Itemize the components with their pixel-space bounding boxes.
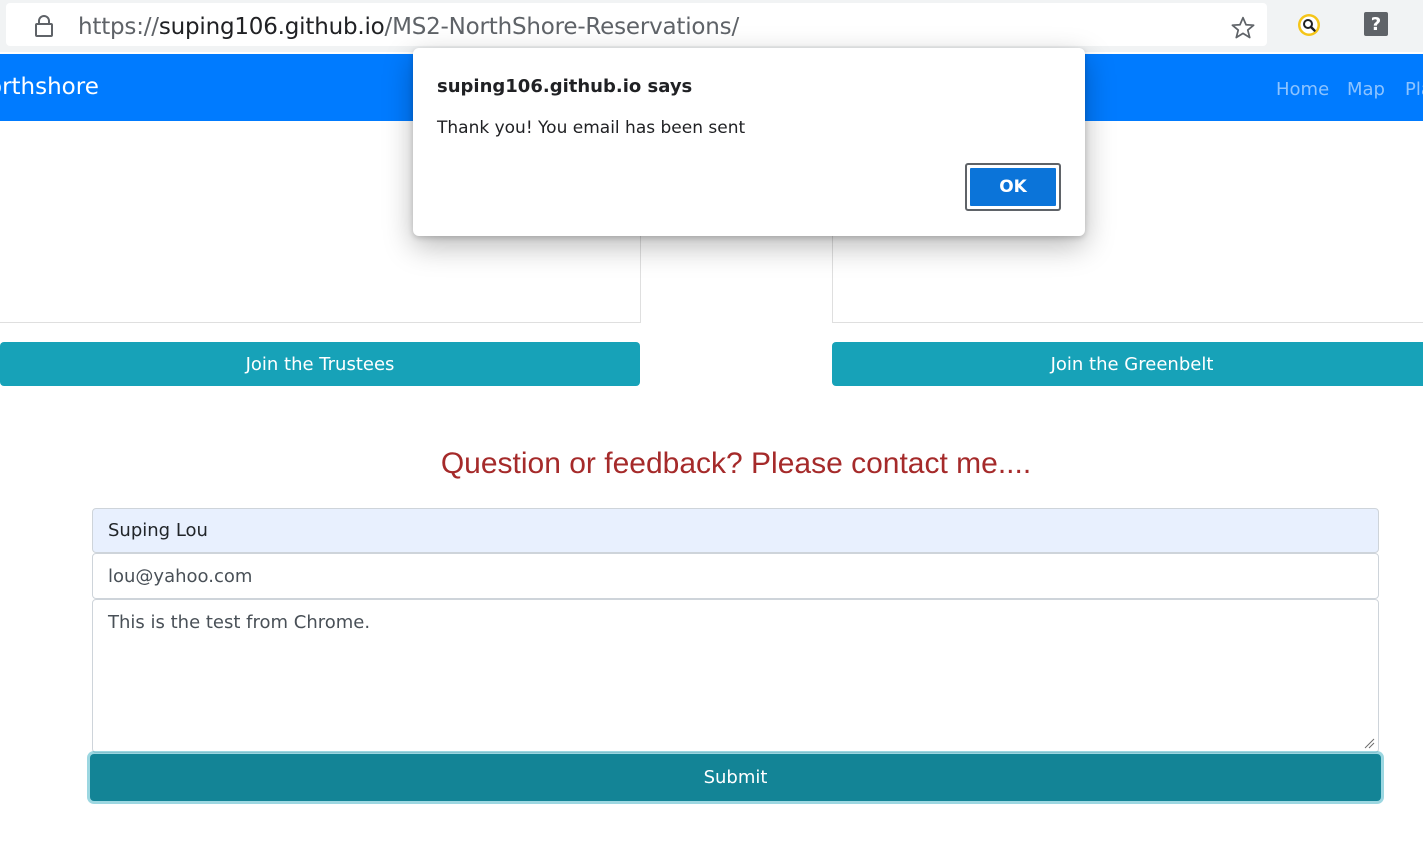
message-text: This is the test from Chrome. (108, 612, 371, 633)
ok-button-label: OK (970, 168, 1056, 206)
navbar-brand[interactable]: orthshore (0, 74, 99, 100)
nav-link-home[interactable]: Home (1276, 79, 1329, 100)
help-extension-icon[interactable]: ? (1364, 12, 1388, 36)
join-trustees-button[interactable]: Join the Trustees (0, 342, 640, 386)
star-icon[interactable] (1230, 15, 1256, 41)
svg-text:?: ? (1371, 14, 1381, 35)
url-path: /MS2-NorthShore-Reservations/ (384, 14, 740, 40)
contact-title: Question or feedback? Please contact me.… (440, 447, 1032, 480)
alert-dialog: suping106.github.io says Thank you! You … (413, 48, 1085, 236)
name-field[interactable]: Suping Lou (92, 508, 1379, 553)
search-extension-icon[interactable] (1296, 12, 1322, 38)
email-field[interactable]: lou@yahoo.com (92, 553, 1379, 599)
browser-toolbar: https://suping106.github.io/MS2-NorthSho… (0, 0, 1423, 52)
message-textarea[interactable]: This is the test from Chrome. (92, 599, 1379, 753)
lock-icon[interactable] (34, 15, 54, 37)
nav-link-places[interactable]: Pla (1405, 79, 1423, 100)
url-scheme: https:// (78, 14, 159, 40)
address-bar[interactable]: https://suping106.github.io/MS2-NorthSho… (6, 3, 1267, 46)
nav-link-map[interactable]: Map (1347, 79, 1385, 100)
dialog-message: Thank you! You email has been sent (437, 118, 746, 138)
dialog-title: suping106.github.io says (437, 76, 693, 97)
resize-handle-icon[interactable] (1363, 737, 1375, 749)
url-text[interactable]: https://suping106.github.io/MS2-NorthSho… (78, 14, 739, 40)
url-host: suping106.github.io (158, 14, 385, 40)
join-greenbelt-button[interactable]: Join the Greenbelt (832, 342, 1423, 386)
submit-button[interactable]: Submit (90, 754, 1381, 801)
ok-button[interactable]: OK (965, 163, 1061, 211)
